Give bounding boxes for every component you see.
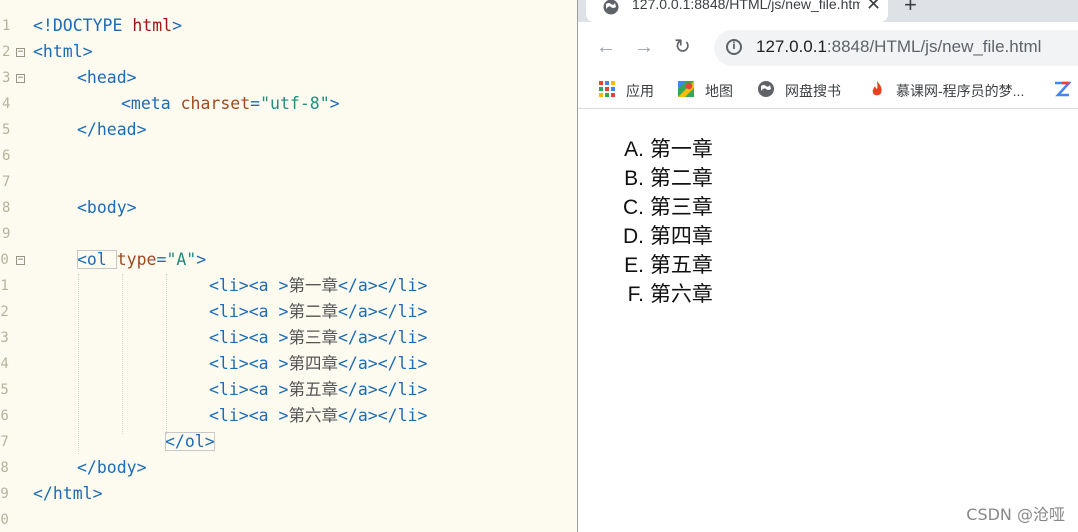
tab-strip: 127.0.0.1:8848/HTML/js/new_file.html ✕ + (578, 0, 1078, 22)
code-line-li: <li><a >第四章</a></li> (209, 354, 428, 373)
bookmark-label: 慕课网-程序员的梦... (896, 83, 1025, 99)
code-line-4: <meta charset="utf-8"> (121, 94, 340, 113)
list-item-text: 第四章 (649, 225, 713, 248)
line-number: 17 (0, 434, 9, 450)
list-item-text: 第五章 (649, 254, 713, 277)
list-marker: D. (623, 225, 644, 248)
bookmark-label: 网盘搜书 (785, 83, 841, 99)
globe-icon (603, 0, 619, 15)
line-number: 19 (0, 486, 9, 502)
line-number: 14 (0, 356, 9, 372)
code-line-1: <!DOCTYPE html> (33, 16, 183, 35)
line-number: 16 (0, 408, 9, 424)
list-item[interactable]: F. 第六章 (578, 280, 713, 309)
list-item[interactable]: B. 第二章 (578, 164, 713, 193)
list-marker: B. (624, 167, 644, 190)
code-editor[interactable]: 1 2 3 4 5 6 7 8 9 10 11 12 13 14 15 16 1… (0, 0, 577, 532)
line-number: 7 (2, 174, 11, 190)
code-line-10: <ol type="A"> (77, 250, 207, 269)
bookmark-label: 应用 (626, 83, 654, 99)
code-line-19: </html> (33, 484, 103, 503)
line-number: 6 (2, 148, 11, 164)
list-marker: A. (624, 138, 644, 161)
code-line-17: </ol> (165, 432, 215, 451)
indent-guide (78, 274, 79, 454)
imooc-flame-icon (872, 81, 882, 96)
page-content: A. 第一章 B. 第二章 C. 第三章 D. 第四章 E. 第五章 F. 第六… (578, 109, 1078, 532)
line-number: 8 (2, 200, 11, 216)
line-number: 15 (0, 382, 9, 398)
url-text[interactable]: 127.0.0.1:8848/HTML/js/new_file.html (756, 37, 1041, 57)
list-marker: E. (624, 254, 644, 277)
code-line-2: <html> (33, 42, 93, 61)
line-number: 4 (2, 96, 11, 112)
code-line-li: <li><a >第一章</a></li> (209, 276, 428, 295)
code-line-li: <li><a >第二章</a></li> (209, 302, 428, 321)
list-item[interactable]: C. 第三章 (578, 193, 713, 222)
line-number: 20 (0, 512, 9, 528)
site-info-icon[interactable]: i (726, 39, 742, 55)
bookmark-apps[interactable]: 应用 (598, 80, 668, 100)
bookmark-imooc[interactable]: 慕课网-程序员的梦... (868, 80, 1043, 100)
url-host: 127.0.0.1 (756, 37, 827, 56)
address-bar[interactable]: i 127.0.0.1:8848/HTML/js/new_file.html (714, 30, 1078, 66)
indent-guide (166, 274, 167, 434)
close-icon[interactable]: ✕ (866, 0, 881, 15)
bookmark-maps[interactable]: 地图 (677, 80, 747, 100)
list-item[interactable]: A. 第一章 (578, 135, 713, 164)
line-number: 3 (2, 70, 11, 86)
list-item-text: 第六章 (649, 283, 713, 306)
line-number: 11 (0, 278, 9, 294)
code-line-18: </body> (77, 458, 147, 477)
code-line-li: <li><a >第六章</a></li> (209, 406, 428, 425)
line-number: 1 (2, 18, 11, 34)
watermark: CSDN @沧哑 (966, 505, 1065, 524)
browser-toolbar: ← → ↻ i 127.0.0.1:8848/HTML/js/new_file.… (578, 22, 1078, 72)
apps-grid-icon (599, 81, 615, 97)
bookmark-netdisk[interactable]: 网盘搜书 (757, 80, 857, 100)
line-number: 5 (2, 122, 11, 138)
code-line-li: <li><a >第三章</a></li> (209, 328, 428, 347)
fold-collapse-icon[interactable]: − (16, 256, 25, 265)
line-number: 12 (0, 304, 9, 320)
code-line-li: <li><a >第五章</a></li> (209, 380, 428, 399)
browser-window: 127.0.0.1:8848/HTML/js/new_file.html ✕ +… (577, 0, 1078, 532)
code-line-3: <head> (77, 68, 137, 87)
list-item-text: 第二章 (649, 167, 713, 190)
code-line-5: </head> (77, 120, 147, 139)
forward-arrow-icon[interactable]: → (634, 35, 654, 59)
list-item-text: 第三章 (649, 196, 713, 219)
bookmarks-bar: 应用 地图 网盘搜书 慕课网-程序员的梦... (578, 72, 1078, 109)
maps-icon (678, 81, 694, 97)
line-number: 9 (2, 226, 11, 242)
tab-title: 127.0.0.1:8848/HTML/js/new_file.html (632, 0, 860, 12)
fold-collapse-icon[interactable]: − (16, 74, 25, 83)
fold-collapse-icon[interactable]: − (16, 48, 25, 57)
bookmark-label: 地图 (705, 83, 733, 99)
code-line-8: <body> (77, 198, 137, 217)
url-path: :8848/HTML/js/new_file.html (826, 37, 1042, 56)
list-item[interactable]: E. 第五章 (578, 251, 713, 280)
zhihu-z-icon (1055, 81, 1071, 97)
bookmark-more[interactable] (1053, 80, 1077, 100)
list-marker: F. (627, 283, 644, 306)
globe-icon (758, 81, 774, 97)
new-tab-button[interactable]: + (904, 0, 917, 18)
ordered-list: A. 第一章 B. 第二章 C. 第三章 D. 第四章 E. 第五章 F. 第六… (578, 135, 713, 309)
indent-guide (122, 274, 123, 434)
list-item-text: 第一章 (649, 138, 713, 161)
list-marker: C. (623, 196, 644, 219)
line-number: 2 (2, 44, 11, 60)
reload-icon[interactable]: ↻ (674, 35, 691, 59)
line-number: 18 (0, 460, 9, 476)
back-arrow-icon[interactable]: ← (596, 35, 616, 59)
line-number: 13 (0, 330, 9, 346)
list-item[interactable]: D. 第四章 (578, 222, 713, 251)
browser-tab[interactable]: 127.0.0.1:8848/HTML/js/new_file.html ✕ (586, 0, 888, 22)
